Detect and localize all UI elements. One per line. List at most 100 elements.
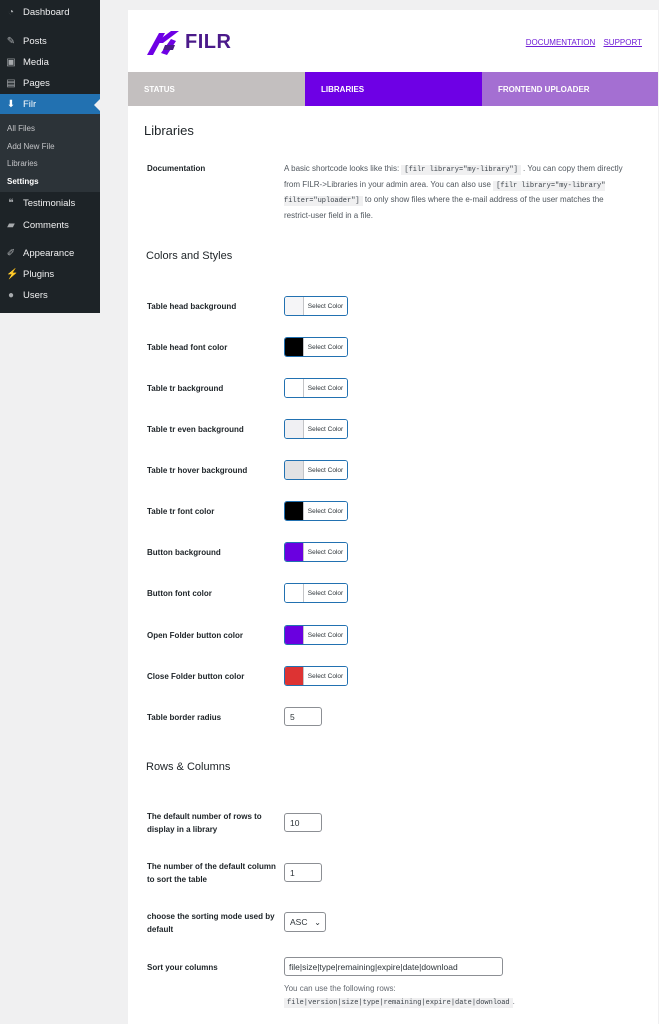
filr-logo: FILR bbox=[145, 27, 231, 57]
sidebar-item-dashboard[interactable]: ◔ Dashboard bbox=[0, 2, 100, 23]
sort-mode-label: choose the sorting mode used by default bbox=[147, 912, 275, 934]
sidebar-item-label: Users bbox=[23, 290, 48, 301]
comment-icon: ▰ bbox=[7, 219, 15, 231]
sidebar-item-label: Media bbox=[23, 57, 49, 68]
field-label: Table tr even background bbox=[147, 425, 244, 434]
sidebar-item-comments[interactable]: ▰ Comments bbox=[0, 215, 100, 236]
chevron-down-icon: ⌄ bbox=[314, 917, 321, 927]
sidebar-item-plugins[interactable]: ⚡ Plugins bbox=[0, 264, 100, 285]
color-picker[interactable]: Select Color bbox=[284, 378, 348, 398]
color-picker[interactable]: Select Color bbox=[284, 542, 348, 562]
color-picker[interactable]: Select Color bbox=[284, 419, 348, 439]
sidebar-item-label: Comments bbox=[23, 220, 69, 231]
filr-submenu: All Files Add New File Libraries Setting… bbox=[0, 114, 100, 192]
sidebar-item-filr[interactable]: ⬇ Filr bbox=[0, 94, 100, 115]
sidebar-item-pages[interactable]: ▤ Pages bbox=[0, 73, 100, 94]
default-rows-label: The default number of rows to display in… bbox=[147, 812, 262, 834]
pages-icon: ▤ bbox=[6, 77, 16, 89]
tab-frontend-uploader[interactable]: FRONTEND UPLOADER bbox=[482, 72, 658, 106]
color-swatch bbox=[285, 626, 304, 644]
tab-libraries[interactable]: LIBRARIES bbox=[305, 72, 482, 106]
field-label: Button background bbox=[147, 548, 221, 557]
support-link[interactable]: SUPPORT bbox=[603, 38, 642, 47]
select-color-button[interactable]: Select Color bbox=[304, 543, 347, 561]
sidebar-item-media[interactable]: ▣ Media bbox=[0, 52, 100, 73]
color-swatch bbox=[285, 502, 304, 520]
select-color-button[interactable]: Select Color bbox=[304, 461, 347, 479]
select-color-button[interactable]: Select Color bbox=[304, 584, 347, 602]
field-label: Table tr font color bbox=[147, 507, 215, 516]
sort-columns-input[interactable]: file|size|type|remaining|expire|date|dow… bbox=[284, 957, 503, 976]
documentation-label: Documentation bbox=[147, 164, 206, 173]
section-rows-heading: Rows & Columns bbox=[146, 761, 231, 773]
header-links: DOCUMENTATION SUPPORT bbox=[520, 38, 642, 47]
sidebar-item-testimonials[interactable]: ❝ Testimonials bbox=[0, 193, 100, 214]
sidebar-item-label: Plugins bbox=[23, 269, 55, 280]
settings-tabs: STATUS LIBRARIES FRONTEND UPLOADER bbox=[128, 72, 658, 106]
color-swatch bbox=[285, 379, 304, 397]
sort-column-input[interactable]: 1 bbox=[284, 863, 322, 882]
field-label: Table tr background bbox=[147, 384, 224, 393]
sort-columns-label: Sort your columns bbox=[147, 963, 218, 972]
settings-panel: FILR DOCUMENTATION SUPPORT STATUS LIBRAR… bbox=[128, 10, 658, 1024]
sidebar-item-users[interactable]: ● Users bbox=[0, 285, 100, 306]
select-color-button[interactable]: Select Color bbox=[304, 626, 347, 644]
sidebar-item-appearance[interactable]: ✐ Appearance bbox=[0, 243, 100, 264]
hint-end: . bbox=[512, 997, 515, 1006]
color-swatch bbox=[285, 338, 304, 356]
sidebar-item-posts[interactable]: ✎ Posts bbox=[0, 31, 100, 52]
color-swatch bbox=[285, 420, 304, 438]
border-radius-label: Table border radius bbox=[147, 713, 222, 722]
documentation-link[interactable]: DOCUMENTATION bbox=[526, 38, 595, 47]
documentation-text: A basic shortcode looks like this: [filr… bbox=[284, 162, 624, 222]
color-picker[interactable]: Select Color bbox=[284, 501, 348, 521]
select-color-button[interactable]: Select Color bbox=[304, 297, 347, 315]
border-radius-input[interactable]: 5 bbox=[284, 707, 322, 726]
sidebar-item-label: Appearance bbox=[23, 248, 75, 259]
submenu-all-files[interactable]: All Files bbox=[7, 124, 35, 133]
sidebar-item-label: Testimonials bbox=[23, 198, 76, 209]
submenu-settings[interactable]: Settings bbox=[7, 177, 39, 186]
color-swatch bbox=[285, 584, 304, 602]
field-label: Table head background bbox=[147, 302, 237, 311]
field-label: Table head font color bbox=[147, 343, 228, 352]
color-picker[interactable]: Select Color bbox=[284, 460, 348, 480]
active-indicator-arrow bbox=[94, 99, 100, 111]
filr-logo-icon bbox=[147, 31, 179, 55]
field-label: Open Folder button color bbox=[147, 631, 243, 640]
download-icon: ⬇ bbox=[6, 98, 16, 110]
section-colors-heading: Colors and Styles bbox=[146, 250, 233, 262]
submenu-libraries[interactable]: Libraries bbox=[7, 159, 38, 168]
color-picker[interactable]: Select Color bbox=[284, 625, 348, 645]
select-color-button[interactable]: Select Color bbox=[304, 667, 347, 685]
select-color-button[interactable]: Select Color bbox=[304, 420, 347, 438]
select-color-button[interactable]: Select Color bbox=[304, 502, 347, 520]
color-picker[interactable]: Select Color bbox=[284, 666, 348, 686]
page-title: Libraries bbox=[144, 123, 194, 138]
doc-text-part: A basic shortcode looks like this: bbox=[284, 164, 402, 173]
sidebar-item-label: Pages bbox=[23, 78, 50, 89]
field-label: Button font color bbox=[147, 589, 212, 598]
sort-mode-value: ASC bbox=[290, 917, 308, 927]
tab-status[interactable]: STATUS bbox=[128, 72, 305, 106]
default-rows-input[interactable]: 10 bbox=[284, 813, 322, 832]
color-picker[interactable]: Select Color bbox=[284, 583, 348, 603]
hint-text: You can use the following rows: bbox=[284, 984, 396, 993]
color-picker[interactable]: Select Color bbox=[284, 337, 348, 357]
sidebar-item-label: Dashboard bbox=[23, 7, 70, 18]
pin-icon: ✎ bbox=[6, 35, 16, 47]
field-label: Close Folder button color bbox=[147, 672, 245, 681]
sidebar-item-label: Posts bbox=[23, 36, 47, 47]
select-color-button[interactable]: Select Color bbox=[304, 379, 347, 397]
select-color-button[interactable]: Select Color bbox=[304, 338, 347, 356]
sort-column-label: The number of the default column to sort… bbox=[147, 862, 276, 884]
sidebar-item-label: Filr bbox=[23, 99, 37, 110]
color-swatch bbox=[285, 461, 304, 479]
field-label: Table tr hover background bbox=[147, 466, 248, 475]
testimonial-icon: ❝ bbox=[8, 197, 14, 209]
plugin-icon: ⚡ bbox=[6, 268, 19, 280]
submenu-add-new-file[interactable]: Add New File bbox=[7, 142, 55, 151]
color-picker[interactable]: Select Color bbox=[284, 296, 348, 316]
sort-mode-select[interactable]: ASC ⌄ bbox=[284, 912, 326, 932]
hint-code: file|version|size|type|remaining|expire|… bbox=[284, 998, 513, 1008]
